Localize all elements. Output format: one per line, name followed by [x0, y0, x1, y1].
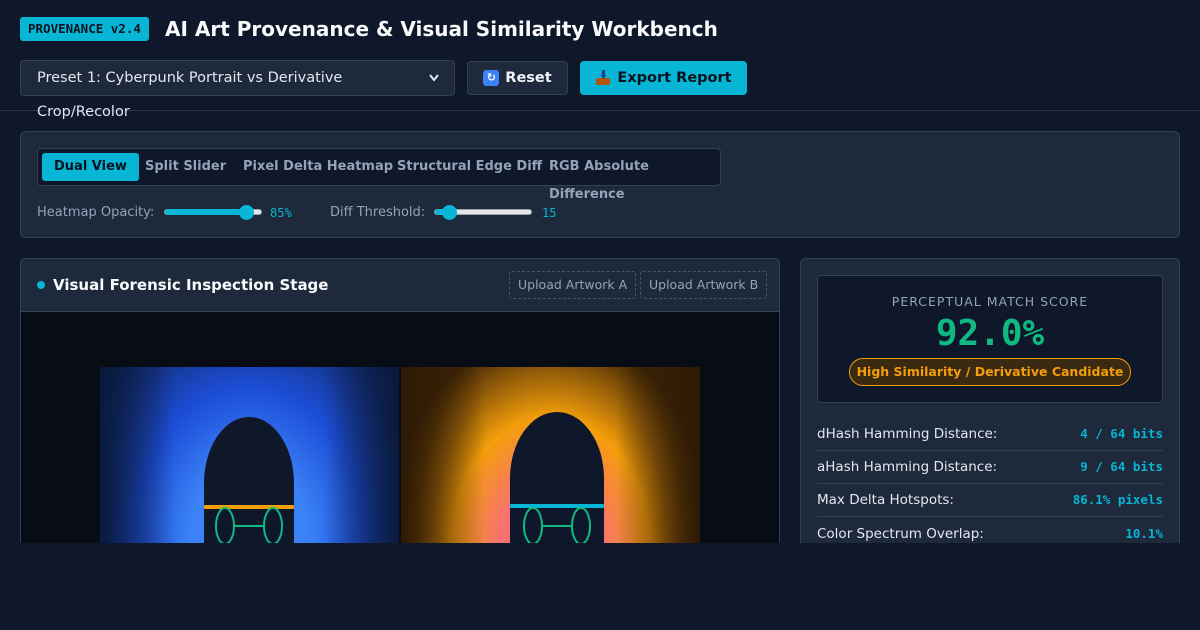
- heatmap-opacity-fill: [165, 209, 247, 215]
- export-button-label: Export Report: [617, 70, 732, 86]
- match-score-label: PERCEPTUAL MATCH SCORE: [891, 294, 1089, 309]
- artwork-b-image: [401, 367, 700, 543]
- tab-split-slider[interactable]: Split Slider: [133, 153, 238, 181]
- heatmap-opacity-label: Heatmap Opacity:: [37, 205, 155, 220]
- metric-row-delta-hotspots: Max Delta Hotspots: 86.1% pixels: [817, 484, 1163, 517]
- metric-row-dhash: dHash Hamming Distance: 4 / 64 bits: [817, 418, 1163, 451]
- inspection-stage-panel: Visual Forensic Inspection Stage Upload …: [20, 258, 780, 543]
- reset-button[interactable]: ↻ Reset: [467, 61, 568, 95]
- tab-structural-edge-diff[interactable]: Structural Edge Diff: [385, 153, 554, 181]
- upload-artwork-a-button[interactable]: Upload Artwork A: [509, 271, 637, 299]
- inspection-canvas[interactable]: [21, 312, 779, 543]
- preset-select-value: Preset 1: Cyberpunk Portrait vs Derivati…: [37, 70, 343, 120]
- chevron-down-icon: [428, 61, 440, 108]
- view-controls-panel: Dual View Split Slider Pixel Delta Heatm…: [20, 131, 1180, 238]
- app-title: AI Art Provenance & Visual Similarity Wo…: [165, 17, 718, 41]
- export-report-button[interactable]: Export Report: [580, 61, 747, 95]
- version-badge: PROVENANCE v2.4: [20, 17, 149, 41]
- inbox-tray-icon: [595, 70, 611, 86]
- artwork-a-image: [100, 367, 399, 543]
- goggles-icon: [215, 507, 283, 543]
- preset-select[interactable]: Preset 1: Cyberpunk Portrait vs Derivati…: [20, 60, 455, 120]
- metrics-panel: PERCEPTUAL MATCH SCORE 92.0% High Simila…: [800, 258, 1180, 543]
- metric-label: dHash Hamming Distance:: [817, 426, 998, 442]
- status-dot-icon: [37, 281, 45, 289]
- metric-label: Max Delta Hotspots:: [817, 492, 954, 508]
- match-score-card: PERCEPTUAL MATCH SCORE 92.0% High Simila…: [817, 275, 1163, 403]
- match-score-value: 92.0%: [935, 313, 1045, 354]
- metric-value: 9 / 64 bits: [1080, 459, 1163, 474]
- stage-title: Visual Forensic Inspection Stage: [53, 276, 329, 294]
- refresh-icon: ↻: [483, 70, 500, 86]
- metric-value: 10.1%: [1125, 526, 1163, 541]
- verdict-badge: High Similarity / Derivative Candidate: [849, 358, 1131, 386]
- app-header: PROVENANCE v2.4 AI Art Provenance & Visu…: [0, 0, 1200, 120]
- tab-dual-view[interactable]: Dual View: [42, 153, 139, 181]
- diff-threshold-thumb[interactable]: [441, 204, 457, 220]
- metric-row-ahash: aHash Hamming Distance: 9 / 64 bits: [817, 451, 1163, 484]
- metric-value: 86.1% pixels: [1072, 492, 1163, 507]
- heatmap-opacity-slider[interactable]: [164, 204, 262, 220]
- stage-header: Visual Forensic Inspection Stage Upload …: [21, 259, 779, 312]
- diff-threshold-slider[interactable]: [434, 204, 532, 220]
- heatmap-opacity-value: 85%: [270, 206, 292, 220]
- metric-label: Color Spectrum Overlap:: [817, 526, 984, 542]
- goggles-icon: [523, 507, 591, 543]
- tab-rgb-absolute-difference[interactable]: RGB Absolute Difference: [537, 153, 720, 202]
- view-mode-tabs: Dual View Split Slider Pixel Delta Heatm…: [37, 148, 721, 202]
- diff-threshold-value: 15: [542, 206, 557, 220]
- metric-row-color-overlap: Color Spectrum Overlap: 10.1%: [817, 518, 1163, 543]
- diff-threshold-label: Diff Threshold:: [330, 205, 426, 220]
- metric-value: 4 / 64 bits: [1080, 426, 1163, 441]
- upload-artwork-b-button[interactable]: Upload Artwork B: [640, 271, 768, 299]
- heatmap-opacity-thumb[interactable]: [239, 204, 255, 220]
- tab-pixel-delta-heatmap[interactable]: Pixel Delta Heatmap: [231, 153, 405, 181]
- reset-button-label: Reset: [505, 70, 552, 86]
- metric-label: aHash Hamming Distance:: [817, 459, 998, 475]
